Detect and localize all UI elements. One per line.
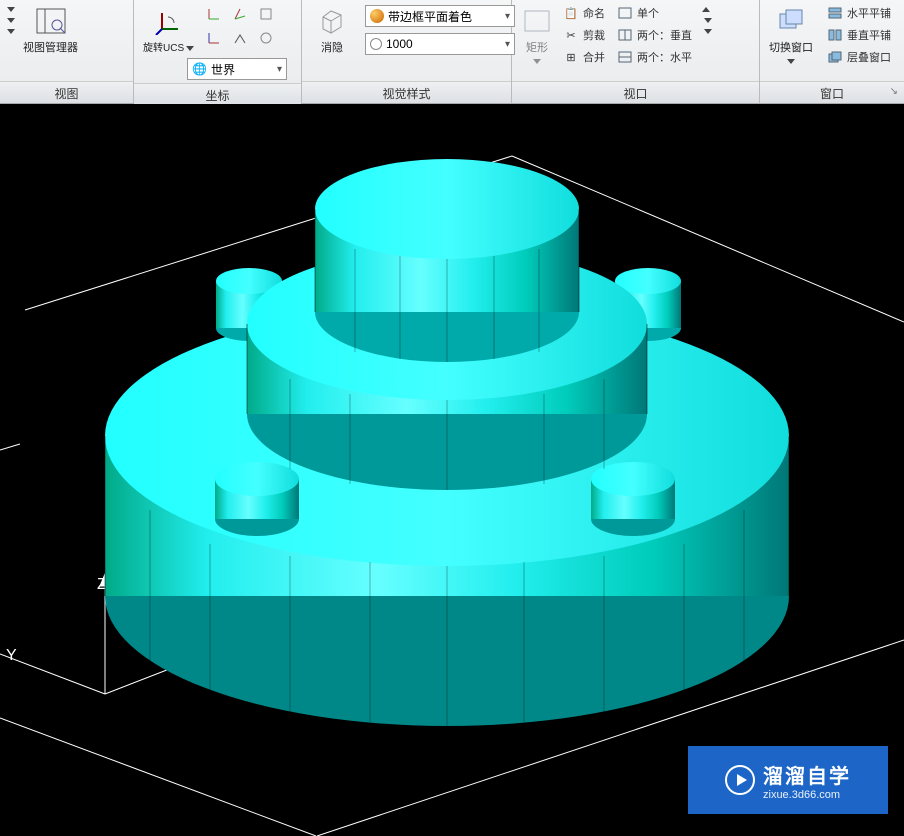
chevron-down-icon: ▾ bbox=[505, 11, 510, 22]
ucs-tool-1[interactable] bbox=[202, 3, 226, 25]
panel-coords: 旋转UCS 🌐 世界 ▾ 坐标 bbox=[134, 0, 302, 103]
panel-viewport-title: 视口 bbox=[512, 81, 759, 103]
switch-window-button[interactable]: 切换窗口 bbox=[765, 3, 817, 69]
view-manager-button[interactable]: 视图管理器 bbox=[19, 3, 82, 57]
chevron-down-icon bbox=[533, 59, 541, 64]
chevron-down-icon bbox=[186, 46, 194, 51]
play-icon bbox=[725, 765, 755, 795]
switch-window-icon bbox=[775, 5, 807, 37]
two-h-icon bbox=[617, 49, 633, 65]
viewport-actions: 📋命名 ✂剪裁 ⊞合并 bbox=[559, 3, 609, 67]
vtile-icon bbox=[827, 27, 843, 43]
view-manager-icon bbox=[35, 5, 67, 37]
chevron-down-icon bbox=[7, 18, 15, 23]
ucs-tool-4[interactable] bbox=[202, 27, 226, 49]
chevron-down-icon bbox=[787, 59, 795, 64]
panel-view: 视图管理器 视图 bbox=[0, 0, 134, 103]
rectangle-icon bbox=[521, 5, 553, 37]
chevron-down-icon bbox=[704, 18, 712, 23]
ucs-tool-6[interactable] bbox=[254, 27, 278, 49]
two-v-icon bbox=[617, 27, 633, 43]
visual-number-value: 1000 bbox=[386, 37, 413, 51]
panel-window-title: 窗口↘ bbox=[760, 81, 904, 103]
ribbon: 视图管理器 视图 旋转UCS bbox=[0, 0, 904, 104]
chevron-down-icon: ▾ bbox=[277, 64, 282, 75]
panel-visual: 消隐 带边框平面着色 ▾ 1000 ▾ 视觉样式 bbox=[302, 0, 512, 103]
rotate-ucs-icon bbox=[153, 5, 185, 37]
rectangle-label: 矩形 bbox=[526, 39, 548, 67]
viewport-clip-button[interactable]: ✂剪裁 bbox=[559, 25, 609, 45]
watermark-url: zixue.3d66.com bbox=[763, 789, 840, 801]
hide-button[interactable]: 消隐 bbox=[307, 3, 357, 57]
hide-label: 消隐 bbox=[321, 39, 343, 55]
panel-view-title: 视图 bbox=[0, 81, 133, 103]
visual-number-dropdown[interactable]: 1000 ▾ bbox=[365, 33, 515, 55]
tile-vertical-button[interactable]: 垂直平铺 bbox=[823, 25, 895, 45]
viewport-layouts: 单个 两个：垂直 两个：水平 bbox=[613, 3, 696, 67]
single-icon bbox=[617, 5, 633, 21]
bolt-front-left bbox=[215, 462, 299, 536]
chevron-down-icon: ▾ bbox=[505, 39, 510, 50]
viewport-merge-button[interactable]: ⊞合并 bbox=[559, 47, 609, 67]
chevron-up-icon bbox=[702, 7, 710, 12]
tile-horizontal-button[interactable]: 水平平铺 bbox=[823, 3, 895, 23]
model-canvas: Z Y bbox=[0, 104, 904, 836]
globe-icon: 🌐 bbox=[192, 62, 207, 76]
view-manager-label: 视图管理器 bbox=[23, 39, 78, 55]
viewport-scroll[interactable] bbox=[702, 3, 712, 34]
chevron-down-icon bbox=[704, 29, 712, 34]
viewport-two-vertical-button[interactable]: 两个：垂直 bbox=[613, 25, 696, 45]
cascade-button[interactable]: 层叠窗口 bbox=[823, 47, 895, 67]
viewport-single-button[interactable]: 单个 bbox=[613, 3, 696, 23]
hide-icon bbox=[316, 5, 348, 37]
panel-launcher-icon[interactable]: ↘ bbox=[890, 86, 898, 97]
panel-visual-title: 视觉样式 bbox=[302, 81, 511, 103]
rectangle-button[interactable]: 矩形 bbox=[517, 3, 557, 69]
switch-window-label: 切换窗口 bbox=[769, 39, 813, 67]
ucs-world-dropdown[interactable]: 🌐 世界 ▾ bbox=[187, 58, 287, 80]
rotate-ucs-label: 旋转UCS bbox=[143, 39, 194, 54]
model-viewport[interactable]: Z Y bbox=[0, 104, 904, 836]
watermark: 溜溜自学 zixue.3d66.com bbox=[688, 746, 888, 814]
visual-style-dropdown[interactable]: 带边框平面着色 ▾ bbox=[365, 5, 515, 27]
cascade-icon bbox=[827, 49, 843, 65]
view-dropdown-stack[interactable] bbox=[5, 3, 15, 34]
ucs-tool-3[interactable] bbox=[254, 3, 278, 25]
sphere-icon bbox=[370, 9, 384, 23]
window-tile-options: 水平平铺 垂直平铺 层叠窗口 bbox=[823, 3, 895, 67]
clip-icon: ✂ bbox=[563, 27, 579, 43]
visual-style-value: 带边框平面着色 bbox=[388, 8, 472, 25]
ucs-world-label: 世界 bbox=[211, 61, 235, 78]
viewport-name-button[interactable]: 📋命名 bbox=[559, 3, 609, 23]
coord-tools-grid bbox=[202, 3, 278, 49]
htile-icon bbox=[827, 5, 843, 21]
rotate-ucs-button[interactable]: 旋转UCS bbox=[139, 3, 198, 56]
chevron-down-icon bbox=[7, 7, 15, 12]
watermark-name: 溜溜自学 bbox=[763, 760, 851, 789]
bolt-front-right bbox=[591, 462, 675, 536]
name-icon: 📋 bbox=[563, 5, 579, 21]
ucs-tool-2[interactable] bbox=[228, 3, 252, 25]
panel-coords-title: 坐标 bbox=[134, 83, 301, 105]
merge-icon: ⊞ bbox=[563, 49, 579, 65]
axis-y-label: Y bbox=[6, 647, 17, 664]
panel-window: 切换窗口 水平平铺 垂直平铺 层叠窗口 窗口↘ bbox=[760, 0, 904, 103]
ucs-tool-5[interactable] bbox=[228, 27, 252, 49]
circle-icon bbox=[370, 38, 382, 50]
panel-viewport: 矩形 📋命名 ✂剪裁 ⊞合并 单个 两个：垂直 两个：水平 视口 bbox=[512, 0, 760, 103]
viewport-two-horizontal-button[interactable]: 两个：水平 bbox=[613, 47, 696, 67]
chevron-down-icon bbox=[7, 29, 15, 34]
